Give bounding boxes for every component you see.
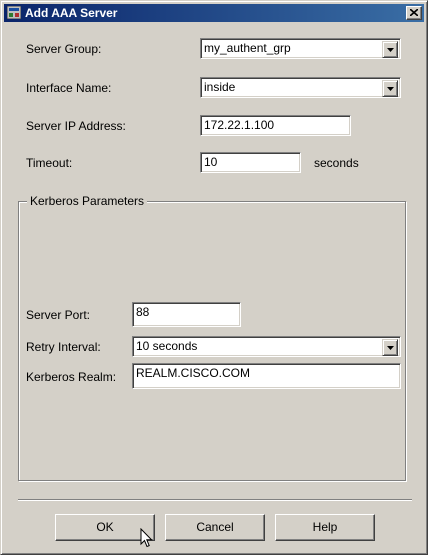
retry-interval-select[interactable]: 10 seconds	[132, 336, 401, 357]
retry-interval-value: 10 seconds	[136, 339, 198, 353]
kerberos-realm-label: Kerberos Realm:	[26, 370, 117, 384]
close-icon	[410, 9, 418, 16]
timeout-unit-label: seconds	[314, 156, 359, 170]
interface-name-dropdown-button[interactable]	[382, 80, 398, 97]
add-aaa-server-dialog: Add AAA Server Server Group: my_authent_…	[0, 0, 428, 555]
timeout-input[interactable]: 10	[200, 152, 301, 173]
server-group-label: Server Group:	[26, 42, 102, 56]
retry-interval-dropdown-button[interactable]	[382, 339, 398, 356]
server-port-input[interactable]: 88	[132, 302, 241, 327]
window-app-icon	[6, 5, 22, 20]
retry-interval-label: Retry Interval:	[26, 340, 101, 354]
close-button[interactable]	[406, 6, 422, 20]
window-title: Add AAA Server	[25, 6, 118, 20]
timeout-label: Timeout:	[26, 156, 73, 170]
server-group-value: my_authent_grp	[204, 41, 291, 55]
button-separator	[18, 499, 412, 501]
mouse-pointer-icon	[140, 527, 154, 552]
kerberos-group-title: Kerberos Parameters	[27, 194, 148, 208]
server-group-select[interactable]: my_authent_grp	[200, 38, 401, 59]
chevron-down-icon	[387, 346, 394, 350]
chevron-down-icon	[387, 87, 394, 91]
server-ip-input[interactable]: 172.22.1.100	[200, 115, 351, 136]
interface-name-select[interactable]: inside	[200, 77, 401, 98]
interface-name-label: Interface Name:	[26, 81, 112, 95]
chevron-down-icon	[387, 48, 394, 52]
help-button[interactable]: Help	[275, 514, 375, 541]
title-bar[interactable]: Add AAA Server	[4, 4, 424, 22]
cancel-button[interactable]: Cancel	[165, 514, 265, 541]
server-group-dropdown-button[interactable]	[382, 41, 398, 58]
server-ip-label: Server IP Address:	[26, 119, 126, 133]
server-port-label: Server Port:	[26, 308, 91, 322]
interface-name-value: inside	[204, 80, 236, 94]
kerberos-realm-input[interactable]: REALM.CISCO.COM	[132, 363, 401, 389]
